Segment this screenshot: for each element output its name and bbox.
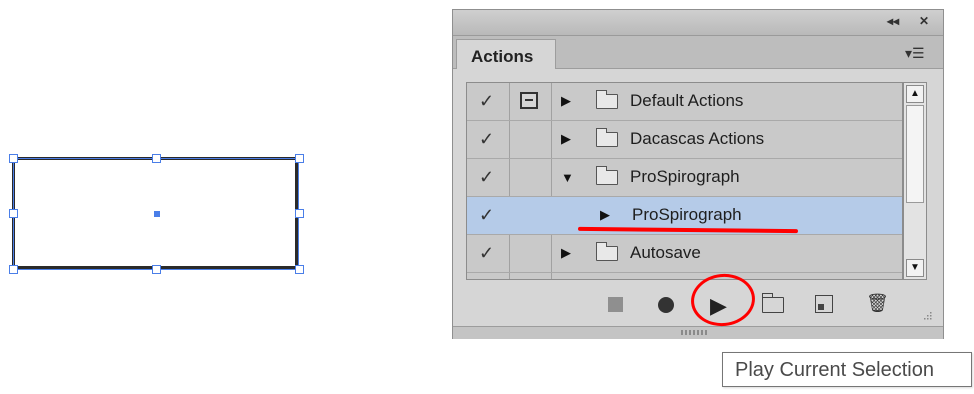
tooltip: Play Current Selection [722, 352, 972, 387]
check-icon[interactable]: ✓ [479, 129, 494, 150]
list-item-label: ProSpirograph [630, 167, 740, 186]
center-point [154, 211, 160, 217]
record-button[interactable] [658, 297, 674, 313]
list-item-label: Dacascas Actions [630, 129, 765, 148]
expand-triangle-icon[interactable]: ▶ [561, 93, 571, 109]
expand-triangle-icon[interactable]: ▶ [561, 245, 571, 261]
scroll-thumb[interactable] [906, 105, 924, 203]
resize-grip-icon[interactable] [920, 312, 932, 322]
handle-bottom-right[interactable] [295, 265, 304, 274]
list-item[interactable]: ✓ ▼ ProSpirograph [467, 159, 902, 197]
list-item[interactable]: ✓ ▶ Autosave [467, 235, 902, 273]
stop-button[interactable] [608, 297, 623, 312]
handle-bottom-middle[interactable] [152, 265, 161, 274]
drag-handle-icon[interactable] [681, 330, 711, 336]
new-set-button[interactable] [761, 293, 784, 313]
close-icon[interactable]: ✕ [919, 14, 929, 28]
tooltip-text: Play Current Selection [735, 359, 934, 381]
scroll-up-icon[interactable]: ▲ [906, 85, 924, 103]
expand-triangle-icon[interactable]: ▶ [561, 131, 571, 147]
handle-top-right[interactable] [295, 154, 304, 163]
folder-icon [595, 166, 618, 185]
handle-top-middle[interactable] [152, 154, 161, 163]
delete-button[interactable]: 🗑 [866, 293, 889, 314]
new-action-button[interactable] [815, 295, 833, 313]
collapse-icon[interactable]: ◂◂ [887, 14, 899, 28]
check-icon[interactable]: ✓ [479, 91, 494, 112]
handle-middle-left[interactable] [9, 209, 18, 218]
panel-titlebar[interactable]: ◂◂ ✕ [453, 10, 943, 36]
scrollbar[interactable]: ▲ ▼ [903, 82, 927, 280]
check-icon[interactable]: ✓ [479, 205, 494, 226]
list-item-label: ProSpirograph [632, 205, 742, 224]
check-icon[interactable]: ✓ [479, 243, 494, 264]
tab-actions[interactable]: Actions [456, 39, 556, 69]
handle-bottom-left[interactable] [9, 265, 18, 274]
list-item-label: Default Actions [630, 91, 744, 110]
panel-resize-bar[interactable] [453, 326, 943, 339]
actions-list: ✓ ▶ Default Actions ✓ ▶ Dacascas Actions… [466, 82, 903, 280]
list-item[interactable]: ✓ ▶ Dacascas Actions [467, 121, 902, 159]
handle-top-left[interactable] [9, 154, 18, 163]
handle-middle-right[interactable] [295, 209, 304, 218]
list-item-label: Autosave [630, 243, 701, 262]
folder-icon [595, 128, 618, 147]
dialog-toggle-icon[interactable] [520, 92, 538, 109]
panel-menu-icon[interactable]: ▾☰ [905, 45, 925, 62]
tab-actions-label: Actions [471, 47, 534, 66]
folder-icon [595, 90, 618, 109]
folder-icon [595, 242, 618, 261]
expand-triangle-icon[interactable]: ▶ [600, 207, 610, 223]
scroll-down-icon[interactable]: ▼ [906, 259, 924, 277]
list-item[interactable]: ✓ ▶ Default Actions [467, 83, 902, 121]
collapse-triangle-icon[interactable]: ▼ [561, 170, 574, 185]
check-icon[interactable]: ✓ [479, 167, 494, 188]
